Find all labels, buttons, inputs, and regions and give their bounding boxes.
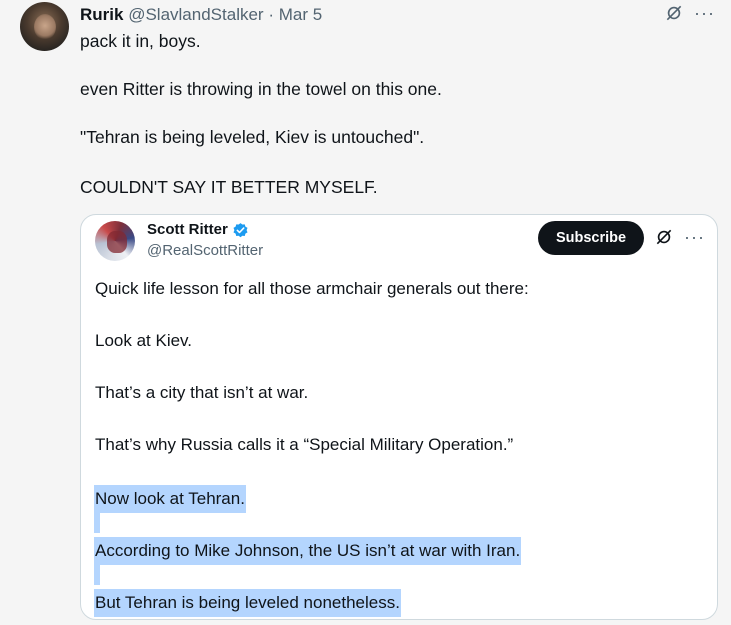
- author-handle[interactable]: @SlavlandStalker: [128, 5, 263, 24]
- more-dots-icon[interactable]: ···: [694, 4, 715, 22]
- quoted-line-3: That’s a city that isn’t at war.: [95, 383, 309, 402]
- post-date[interactable]: Mar 5: [279, 5, 322, 24]
- verified-badge-icon: [233, 222, 248, 237]
- author-display-name[interactable]: Rurik: [80, 5, 123, 24]
- quoted-line-7-selected: But Tehran is being leveled nonetheless.: [94, 589, 401, 617]
- quoted-post-card[interactable]: Scott Ritter @RealScottRitter Subscribe …: [80, 214, 718, 620]
- quoted-line-1: Quick life lesson for all those armchair…: [95, 279, 529, 298]
- post-line-4: COULDN'T SAY IT BETTER MYSELF.: [80, 177, 378, 197]
- quoted-post-actions: ···: [654, 227, 705, 247]
- header-separator: ·: [268, 5, 274, 24]
- post-line-1: pack it in, boys.: [80, 31, 201, 51]
- quoted-author-avatar[interactable]: [95, 221, 135, 261]
- author-avatar[interactable]: [20, 2, 69, 51]
- post-actions: ···: [664, 3, 715, 23]
- post-header: Rurik @SlavlandStalker · Mar 5: [80, 4, 322, 26]
- quoted-line-4: That’s why Russia calls it a “Special Mi…: [95, 435, 514, 454]
- quoted-line-5-selected: Now look at Tehran.: [94, 485, 246, 513]
- more-dots-icon[interactable]: ···: [684, 228, 705, 246]
- quoted-line-6-selected: According to Mike Johnson, the US isn’t …: [94, 537, 522, 565]
- post-line-2: even Ritter is throwing in the towel on …: [80, 79, 442, 99]
- quoted-line-2: Look at Kiev.: [95, 331, 193, 350]
- eye-slash-icon[interactable]: [654, 227, 674, 247]
- subscribe-button[interactable]: Subscribe: [538, 221, 644, 255]
- quoted-author-name-row: Scott Ritter: [147, 221, 249, 239]
- quoted-author-display-name[interactable]: Scott Ritter: [147, 221, 228, 239]
- eye-slash-icon[interactable]: [664, 3, 684, 23]
- selection-gap-2: [94, 563, 100, 585]
- selection-gap-1: [94, 511, 100, 533]
- post-line-3: "Tehran is being leveled, Kiev is untouc…: [80, 127, 425, 147]
- quoted-author-handle[interactable]: @RealScottRitter: [147, 242, 263, 260]
